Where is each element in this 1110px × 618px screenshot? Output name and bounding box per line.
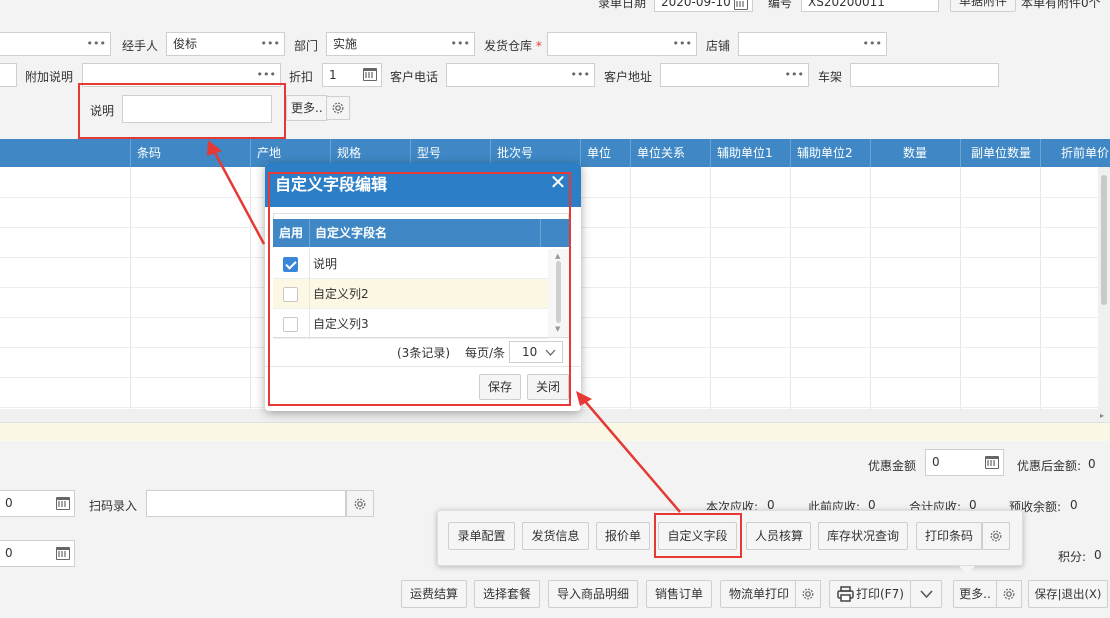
annotation-arrows bbox=[207, 140, 681, 513]
